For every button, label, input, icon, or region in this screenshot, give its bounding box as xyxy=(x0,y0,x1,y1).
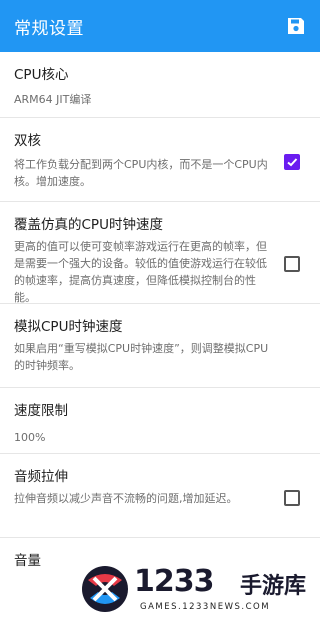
setting-subtitle: 如果启用“重写模拟CPU时钟速度”，则调整模拟CPU的时钟频率。 xyxy=(14,342,269,372)
audio-stretch-checkbox[interactable] xyxy=(284,490,300,506)
app-bar: 常规设置 xyxy=(0,0,320,52)
setting-dual-core[interactable]: 双核 将工作负载分配到两个CPU内核，而不是一个CPU内核。增加速度。 xyxy=(0,118,320,202)
watermark-number: 1233 xyxy=(134,564,214,599)
setting-speed-limit[interactable]: 速度限制 100% xyxy=(0,388,320,454)
setting-title: 双核 xyxy=(14,133,41,149)
dual-core-checkbox[interactable] xyxy=(284,154,300,170)
setting-override-cpu-clock[interactable]: 覆盖仿真的CPU时钟速度 更高的值可以使可变帧率游戏运行在更高的帧率，但是需要一… xyxy=(0,202,320,304)
override-cpu-clock-checkbox[interactable] xyxy=(284,256,300,272)
watermark: 1233 手游库 GAMES.1233NEWS.COM xyxy=(80,562,320,620)
setting-subtitle: 100% xyxy=(14,431,46,444)
save-icon[interactable] xyxy=(284,14,308,38)
settings-list: CPU核心 ARM64 JIT编译 双核 将工作负载分配到两个CPU内核，而不是… xyxy=(0,52,320,578)
setting-cpu-core[interactable]: CPU核心 ARM64 JIT编译 xyxy=(0,52,320,118)
setting-title: 模拟CPU时钟速度 xyxy=(14,319,123,335)
setting-audio-stretch[interactable]: 音频拉伸 拉伸音频以减少声音不流畅的问题,增加延迟。 xyxy=(0,454,320,538)
setting-title: 速度限制 xyxy=(14,403,68,419)
setting-title: 覆盖仿真的CPU时钟速度 xyxy=(14,217,163,233)
setting-subtitle: 拉伸音频以减少声音不流畅的问题,增加延迟。 xyxy=(14,492,238,505)
check-icon xyxy=(287,158,298,167)
watermark-url: GAMES.1233NEWS.COM xyxy=(140,602,271,612)
setting-title: CPU核心 xyxy=(14,67,69,83)
watermark-logo-icon xyxy=(82,566,128,612)
setting-subtitle: 将工作负载分配到两个CPU内核，而不是一个CPU内核。增加速度。 xyxy=(14,158,268,188)
setting-title: 音频拉伸 xyxy=(14,469,68,485)
page-title: 常规设置 xyxy=(14,18,84,39)
setting-subtitle: ARM64 JIT编译 xyxy=(14,93,92,106)
setting-subtitle: 更高的值可以使可变帧率游戏运行在更高的帧率，但是需要一个强大的设备。较低的值使游… xyxy=(14,240,267,304)
watermark-name: 手游库 xyxy=(240,574,307,599)
setting-emulated-cpu-clock[interactable]: 模拟CPU时钟速度 如果启用“重写模拟CPU时钟速度”，则调整模拟CPU的时钟频… xyxy=(0,304,320,388)
